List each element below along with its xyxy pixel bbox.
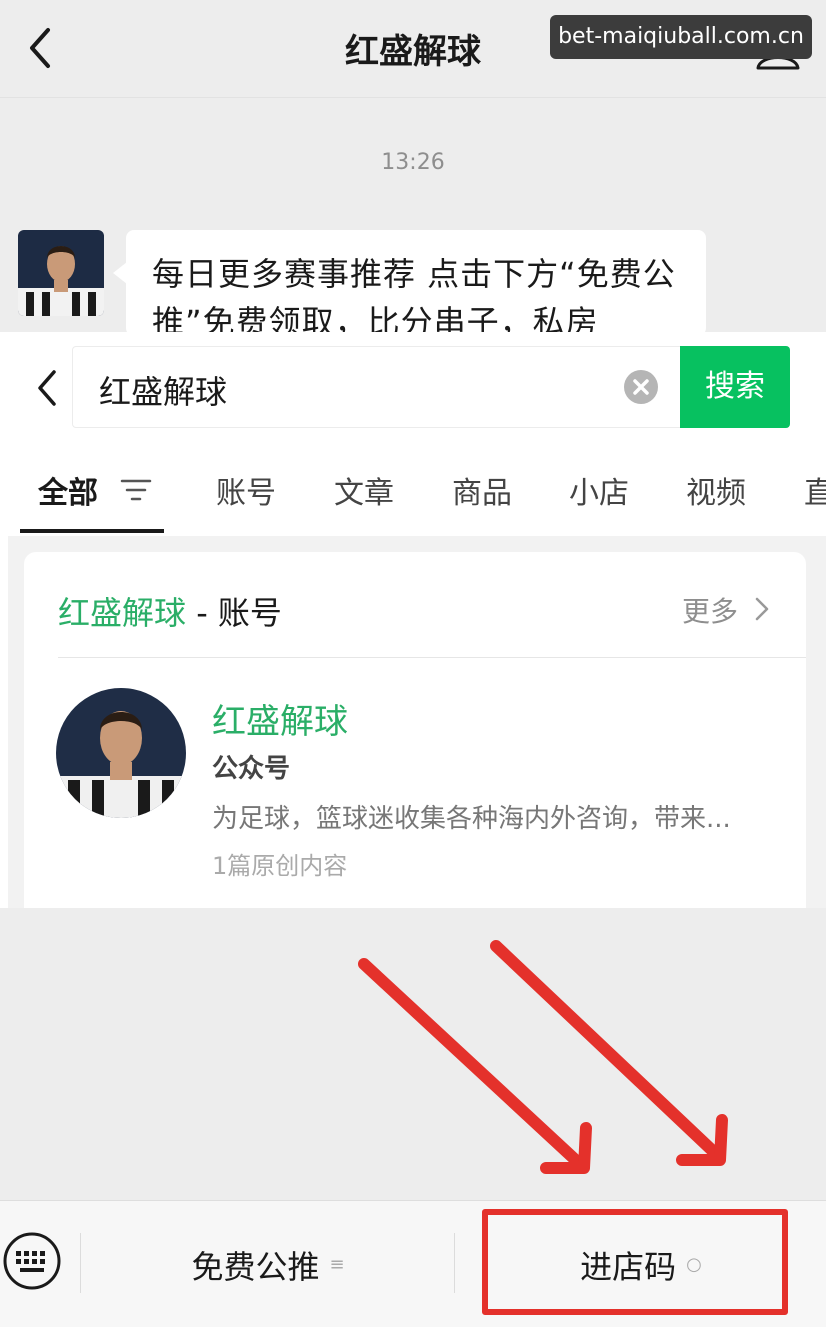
account-name[interactable]: 红盛解球 [212, 694, 348, 743]
tab-live[interactable]: 直 [804, 468, 826, 512]
message-bubble[interactable]: 每日更多赛事推荐 点击下方“免费公推”免费领取，比分串子，私房 [126, 230, 706, 336]
tab-videos[interactable]: 视频 [686, 468, 746, 512]
tab-products[interactable]: 商品 [452, 468, 512, 512]
account-description: 为足球，篮球迷收集各种海内外咨询，带来... [212, 804, 731, 834]
highlight-box [482, 1209, 788, 1315]
bottom-menu-bar: 免费公推 ≡ 进店码 ○ [0, 1200, 826, 1327]
message-text: 每日更多赛事推荐 点击下方“免费公推”免费领取，比分串子，私房 [152, 255, 676, 336]
tab-shops[interactable]: 小店 [569, 468, 629, 512]
message-timestamp: 13:26 [381, 150, 445, 175]
filter-icon[interactable] [120, 478, 152, 502]
chat-header: 红盛解球 bet-maiqiuball.com.cn [0, 0, 826, 98]
card-heading-name: 红盛解球 [58, 594, 187, 632]
search-button[interactable]: 搜索 [680, 346, 790, 428]
bubble-tail [113, 262, 127, 284]
account-avatar[interactable] [56, 688, 186, 818]
search-query: 红盛解球 [99, 373, 228, 411]
menu-item-free-tips[interactable]: 免费公推 ≡ [82, 1201, 454, 1327]
more-link[interactable]: 更多 [682, 590, 738, 630]
menu-item-label: 免费公推 [191, 1247, 320, 1286]
tab-accounts[interactable]: 账号 [216, 468, 276, 512]
chevron-right-icon[interactable] [754, 596, 770, 622]
tab-articles[interactable]: 文章 [334, 468, 394, 512]
account-result-card: 红盛解球 - 账号 更多 红盛解球 公众号 为足球，篮球迷收集各种海内外咨询，带… [24, 552, 806, 908]
card-heading-suffix: - 账号 [186, 594, 282, 632]
watermark: bet-maiqiuball.com.cn [550, 15, 812, 59]
clear-icon[interactable] [623, 369, 659, 405]
submenu-icon: ≡ [329, 1254, 345, 1275]
card-divider [58, 657, 806, 658]
search-panel: 红盛解球 搜索 全部 账号 文章 商品 小店 视频 直 红盛解球 - 账号 更多 [0, 332, 826, 908]
keyboard-icon[interactable] [2, 1231, 62, 1291]
annotation-arrows [358, 940, 728, 1174]
account-type: 公众号 [212, 754, 291, 784]
menu-separator [454, 1233, 455, 1293]
menu-separator [80, 1233, 81, 1293]
search-back-icon[interactable] [32, 368, 62, 408]
active-tab-indicator [20, 529, 164, 533]
card-heading: 红盛解球 - 账号 [58, 588, 282, 634]
sender-avatar[interactable] [18, 230, 104, 316]
tab-all[interactable]: 全部 [38, 468, 98, 512]
original-content-count: 1篇原创内容 [212, 852, 348, 880]
search-input[interactable]: 红盛解球 [72, 346, 684, 428]
